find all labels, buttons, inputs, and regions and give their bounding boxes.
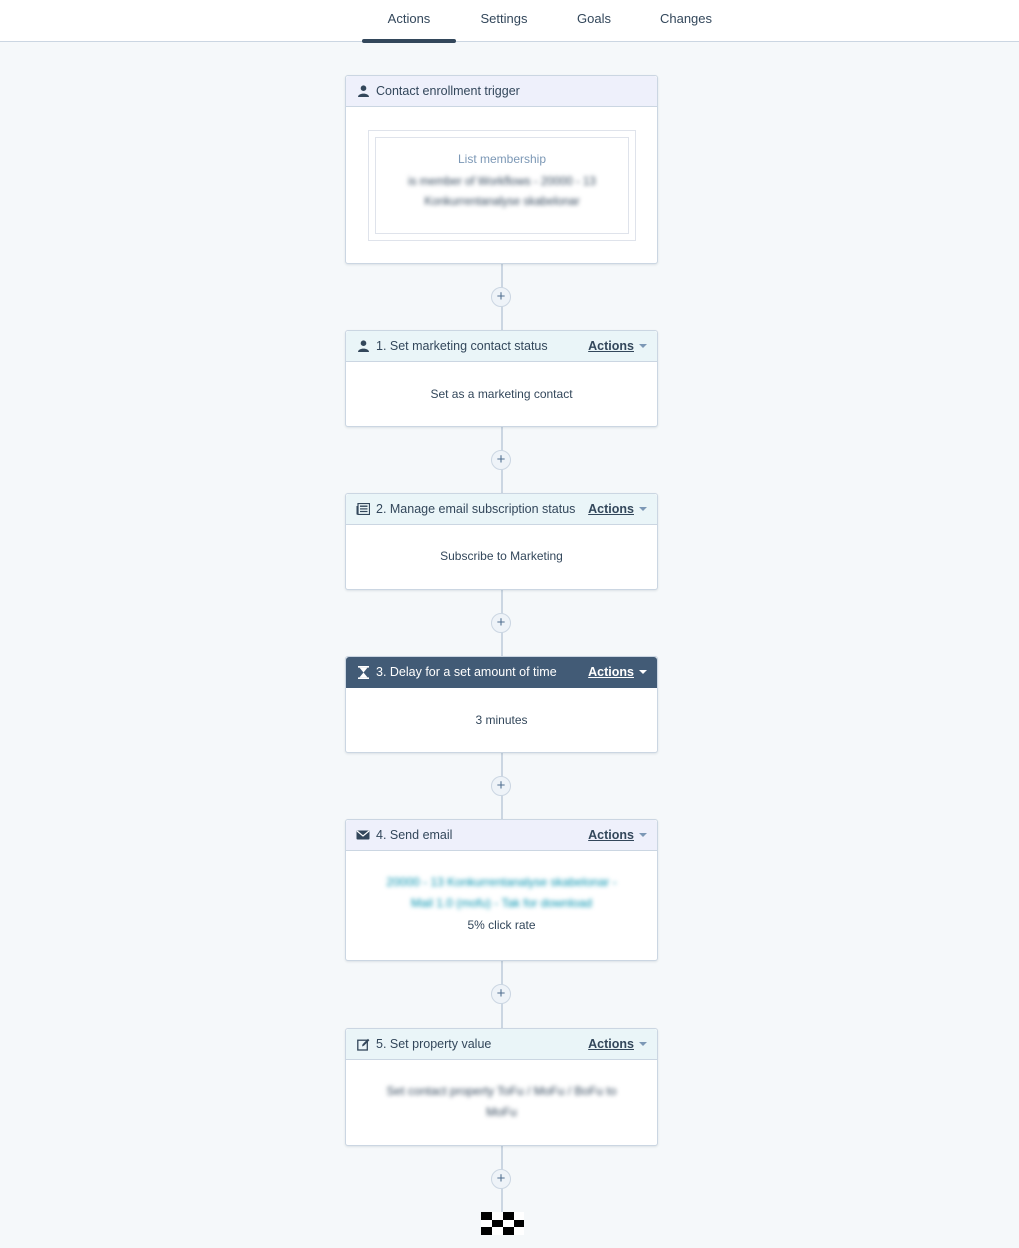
step-header-3: 3. Delay for a set amount of time Action…	[346, 657, 657, 688]
tab-settings[interactable]: Settings	[470, 0, 538, 41]
trigger-header: Contact enrollment trigger	[346, 76, 657, 107]
step-body-2: Subscribe to Marketing	[346, 525, 657, 563]
chevron-down-icon	[639, 1042, 647, 1046]
property-line-1: Set contact property ToFu / MoFu / BoFu …	[386, 1084, 617, 1098]
add-action-button[interactable]: +	[491, 984, 511, 1004]
chevron-down-icon	[639, 344, 647, 348]
step-card-3[interactable]: 3. Delay for a set amount of time Action…	[345, 656, 658, 753]
edit-icon	[356, 1037, 370, 1051]
envelope-icon	[356, 828, 370, 842]
add-action-button[interactable]: +	[491, 776, 511, 796]
step-title-5: 5. Set property value	[376, 1037, 492, 1051]
actions-label: Actions	[588, 1037, 634, 1051]
step-description-1: Set as a marketing contact	[430, 387, 573, 401]
step-card-2[interactable]: 2. Manage email subscription status Acti…	[345, 493, 658, 590]
step-card-5[interactable]: 5. Set property value Actions Set contac…	[345, 1028, 658, 1146]
tab-changes[interactable]: Changes	[652, 0, 720, 41]
trigger-title: Contact enrollment trigger	[376, 84, 520, 98]
email-link-line-2[interactable]: Mail 1.0 (mofu) - Tak for download	[346, 896, 657, 910]
trigger-filter-box[interactable]: List membership is member of Workflows -…	[368, 130, 636, 241]
click-rate-stat: 5% click rate	[467, 918, 536, 932]
actions-label: Actions	[588, 502, 634, 516]
step-header-5: 5. Set property value Actions	[346, 1029, 657, 1060]
tab-actions[interactable]: Actions	[362, 0, 456, 43]
enrollment-trigger-card[interactable]: Contact enrollment trigger List membersh…	[345, 75, 658, 264]
workflow-end-flag-icon	[481, 1212, 524, 1235]
step-body-3: 3 minutes	[346, 688, 657, 727]
step-body-1: Set as a marketing contact	[346, 362, 657, 401]
step-actions-dropdown-1[interactable]: Actions	[588, 339, 647, 353]
hourglass-icon	[356, 665, 370, 679]
add-action-button[interactable]: +	[491, 450, 511, 470]
tab-bar: Actions Settings Goals Changes	[0, 0, 1019, 43]
filter-line-2: Konkurrentanalyse skabelonar	[424, 196, 580, 208]
step-title-1: 1. Set marketing contact status	[376, 339, 548, 353]
step-header-2: 2. Manage email subscription status Acti…	[346, 494, 657, 525]
add-action-button[interactable]: +	[491, 1169, 511, 1189]
step-actions-dropdown-2[interactable]: Actions	[588, 502, 647, 516]
step-description-3: 3 minutes	[475, 713, 528, 727]
email-link-line-1[interactable]: 20000 - 13 Konkurrentanalyse skabelonar …	[346, 875, 657, 889]
filter-line-1: is member of Workflows - 20000 - 13	[408, 176, 596, 188]
step-actions-dropdown-5[interactable]: Actions	[588, 1037, 647, 1051]
step-header-4: 4. Send email Actions	[346, 820, 657, 851]
step-actions-dropdown-4[interactable]: Actions	[588, 828, 647, 842]
step-title-2: 2. Manage email subscription status	[376, 502, 576, 516]
actions-label: Actions	[588, 339, 634, 353]
tab-goals[interactable]: Goals	[568, 0, 620, 41]
person-icon	[356, 339, 370, 353]
add-action-button[interactable]: +	[491, 613, 511, 633]
add-action-button[interactable]: +	[491, 287, 511, 307]
step-header-1: 1. Set marketing contact status Actions	[346, 331, 657, 362]
actions-label: Actions	[588, 828, 634, 842]
step-actions-dropdown-3[interactable]: Actions	[588, 665, 647, 679]
step-title-3: 3. Delay for a set amount of time	[376, 665, 557, 679]
step-title-4: 4. Send email	[376, 828, 453, 842]
chevron-down-icon	[639, 507, 647, 511]
person-icon	[356, 84, 370, 98]
chevron-down-icon	[639, 670, 647, 674]
filter-title: List membership	[457, 152, 547, 166]
step-body-4: 20000 - 13 Konkurrentanalyse skabelonar …	[346, 851, 657, 932]
step-description-2: Subscribe to Marketing	[440, 549, 563, 563]
newspaper-icon	[356, 502, 370, 516]
step-body-5: Set contact property ToFu / MoFu / BoFu …	[346, 1060, 657, 1119]
chevron-down-icon	[639, 833, 647, 837]
step-card-1[interactable]: 1. Set marketing contact status Actions …	[345, 330, 658, 427]
actions-label: Actions	[588, 665, 634, 679]
property-line-2: MoFu	[486, 1105, 517, 1119]
step-card-4[interactable]: 4. Send email Actions 20000 - 13 Konkurr…	[345, 819, 658, 961]
